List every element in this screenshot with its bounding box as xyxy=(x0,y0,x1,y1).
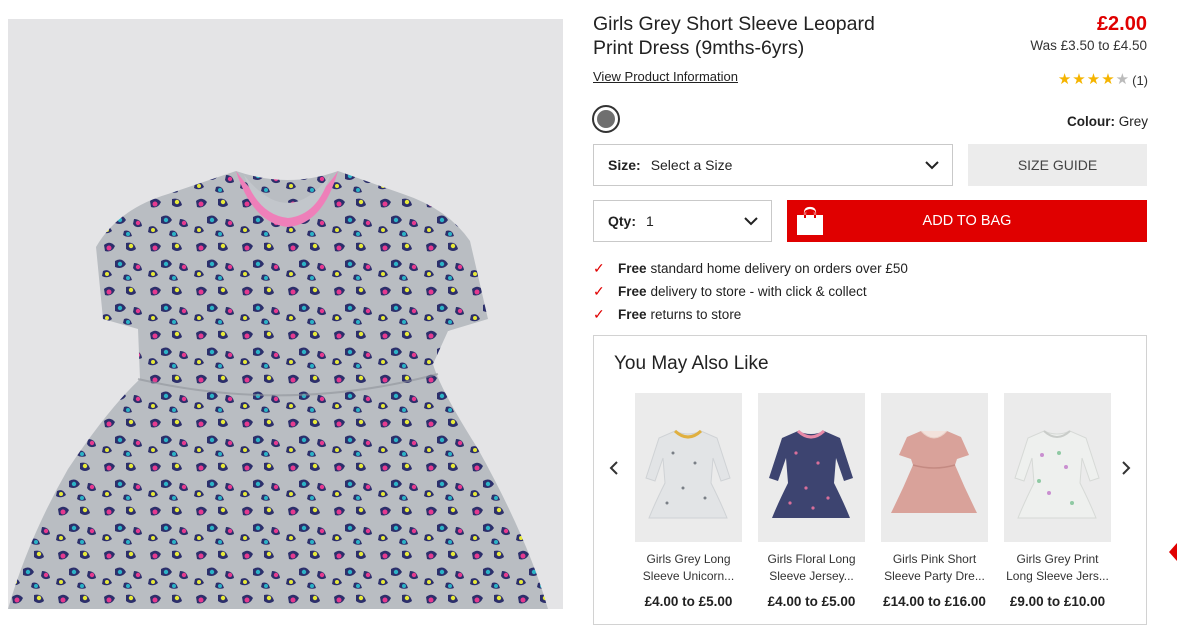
recommendation-name-line1: Girls Grey Print xyxy=(1016,552,1099,566)
recommendation-name-line1: Girls Grey Long xyxy=(646,552,731,566)
you-may-also-like-panel: You May Also Like Girls Grey Long Sleeve… xyxy=(593,335,1147,625)
dress-thumbnail-image xyxy=(1014,430,1100,519)
quantity-select[interactable]: Qty: 1 xyxy=(593,200,772,242)
review-count: (1) xyxy=(1132,72,1148,88)
recommendation-name-line2: Sleeve Unicorn... xyxy=(642,569,735,583)
chevron-down-icon xyxy=(925,161,939,170)
recommendation-name-line2: Sleeve Jersey... xyxy=(769,569,854,583)
size-value: Select a Size xyxy=(650,157,733,173)
star-icon: ★ xyxy=(1072,71,1086,88)
size-select[interactable]: Size: Select a Size xyxy=(593,144,953,186)
delivery-info: ✓ Free standard home delivery on orders … xyxy=(593,257,908,326)
recommendation-price: £9.00 to £10.00 xyxy=(1009,594,1106,609)
recommendation-price: £4.00 to £5.00 xyxy=(644,594,733,609)
delivery-row: ✓ Free delivery to store - with click & … xyxy=(593,280,908,303)
recommendation-name[interactable]: Girls Grey Print Long Sleeve Jers... xyxy=(1004,551,1111,585)
delivery-free: Free xyxy=(618,307,647,322)
add-to-bag-label: ADD TO BAG xyxy=(922,213,1012,229)
recommendation-card[interactable]: Girls Grey Long Sleeve Unicorn... £4.00 … xyxy=(635,393,742,609)
recommendation-card[interactable]: Girls Pink Short Sleeve Party Dre... £14… xyxy=(881,393,988,609)
recommendation-name-line1: Girls Floral Long xyxy=(767,552,856,566)
size-label: Size: xyxy=(608,157,641,173)
delivery-free: Free xyxy=(618,284,647,299)
current-price: £2.00 xyxy=(1096,13,1147,35)
shopping-bag-icon xyxy=(797,206,823,235)
recommendation-name[interactable]: Girls Floral Long Sleeve Jersey... xyxy=(758,551,865,585)
also-like-title: You May Also Like xyxy=(614,353,769,374)
delivery-row: ✓ Free standard home delivery on orders … xyxy=(593,257,908,280)
delivery-text: standard home delivery on orders over £5… xyxy=(650,261,908,276)
chevron-left-icon[interactable] xyxy=(608,460,620,476)
checkmark-icon: ✓ xyxy=(593,306,605,322)
product-title: Girls Grey Short Sleeve Leopard Print Dr… xyxy=(593,12,923,60)
feedback-tab-icon[interactable] xyxy=(1169,543,1177,561)
colour-label: Colour: Grey xyxy=(1067,114,1148,129)
product-title-line1: Girls Grey Short Sleeve Leopard xyxy=(593,13,875,35)
recommendation-name-line2: Sleeve Party Dre... xyxy=(884,569,985,583)
star-rating[interactable]: ★ ★ ★ ★ ★ (1) xyxy=(1058,72,1148,88)
qty-label: Qty: xyxy=(608,213,636,229)
was-price: Was £3.50 to £4.50 xyxy=(1030,38,1147,53)
product-image[interactable] xyxy=(8,19,563,609)
star-icon: ★ xyxy=(1057,71,1072,88)
delivery-free: Free xyxy=(618,261,647,276)
star-icon: ★ xyxy=(1101,71,1115,88)
product-thumbnail[interactable] xyxy=(1004,393,1111,542)
colour-label-key: Colour: xyxy=(1066,114,1115,129)
recommendation-name-line1: Girls Pink Short xyxy=(892,552,977,566)
leopard-dress-illustration xyxy=(8,171,548,609)
dress-thumbnail-image xyxy=(891,430,977,513)
recommendation-name[interactable]: Girls Grey Long Sleeve Unicorn... xyxy=(635,551,742,585)
recommendation-card[interactable]: Girls Floral Long Sleeve Jersey... £4.00… xyxy=(758,393,865,609)
dress-thumbnail-image xyxy=(769,429,853,518)
colour-value: Grey xyxy=(1118,114,1148,129)
size-guide-button[interactable]: SIZE GUIDE xyxy=(968,144,1147,186)
product-thumbnail[interactable] xyxy=(881,393,988,542)
checkmark-icon: ✓ xyxy=(593,260,605,276)
colour-swatch-grey[interactable] xyxy=(592,105,620,133)
star-empty-icon: ★ xyxy=(1115,71,1130,88)
chevron-down-icon xyxy=(744,217,758,226)
recommendation-card[interactable]: Girls Grey Print Long Sleeve Jers... £9.… xyxy=(1004,393,1111,609)
add-to-bag-button[interactable]: ADD TO BAG xyxy=(787,200,1147,242)
recommendation-price: £4.00 to £5.00 xyxy=(767,594,856,609)
price-block: £2.00 Was £3.50 to £4.50 xyxy=(1030,12,1147,53)
product-title-line2: Print Dress (9mths-6yrs) xyxy=(593,37,805,59)
product-thumbnail[interactable] xyxy=(758,393,865,542)
delivery-text: delivery to store - with click & collect xyxy=(650,284,867,299)
delivery-text: returns to store xyxy=(650,307,742,322)
qty-value: 1 xyxy=(646,213,654,229)
recommendation-price: £14.00 to £16.00 xyxy=(883,594,986,609)
product-thumbnail[interactable] xyxy=(635,393,742,542)
star-icon: ★ xyxy=(1086,71,1101,88)
dress-thumbnail-image xyxy=(645,429,731,519)
recommendation-name-line2: Long Sleeve Jers... xyxy=(1006,569,1109,583)
view-product-information-link[interactable]: View Product Information xyxy=(593,69,738,84)
delivery-row: ✓ Free returns to store xyxy=(593,303,908,326)
checkmark-icon: ✓ xyxy=(593,283,605,299)
chevron-right-icon[interactable] xyxy=(1120,460,1132,476)
recommendation-name[interactable]: Girls Pink Short Sleeve Party Dre... xyxy=(881,551,988,585)
